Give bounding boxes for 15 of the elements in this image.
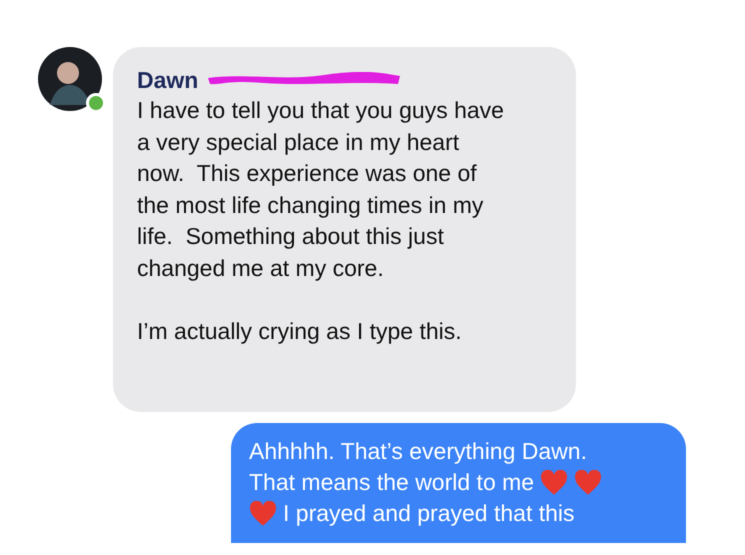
message-text-line: I’m actually crying as I type this. <box>137 316 463 346</box>
message-text-line: That means the world to me <box>249 468 534 497</box>
message-text-line: I prayed and prayed that this <box>283 499 575 528</box>
message-text-line: Ahhhhh. That’s everything Dawn. <box>249 437 587 466</box>
message-text-line: life. Something about this just <box>137 222 445 251</box>
avatar-icon <box>38 47 102 111</box>
message-text-line: now. This experience was one of <box>137 159 478 188</box>
message-text-line: a very special place in my heart <box>137 128 460 157</box>
heart-icon <box>574 470 602 496</box>
heart-icon <box>540 470 568 496</box>
message-text-line: the most life changing times in my <box>137 190 484 220</box>
message-text-line: I have to tell you that you guys have <box>137 96 505 125</box>
heart-icon <box>249 500 277 526</box>
message-text-line: changed me at my core. <box>137 254 385 283</box>
sender-name: Dawn <box>137 68 198 92</box>
